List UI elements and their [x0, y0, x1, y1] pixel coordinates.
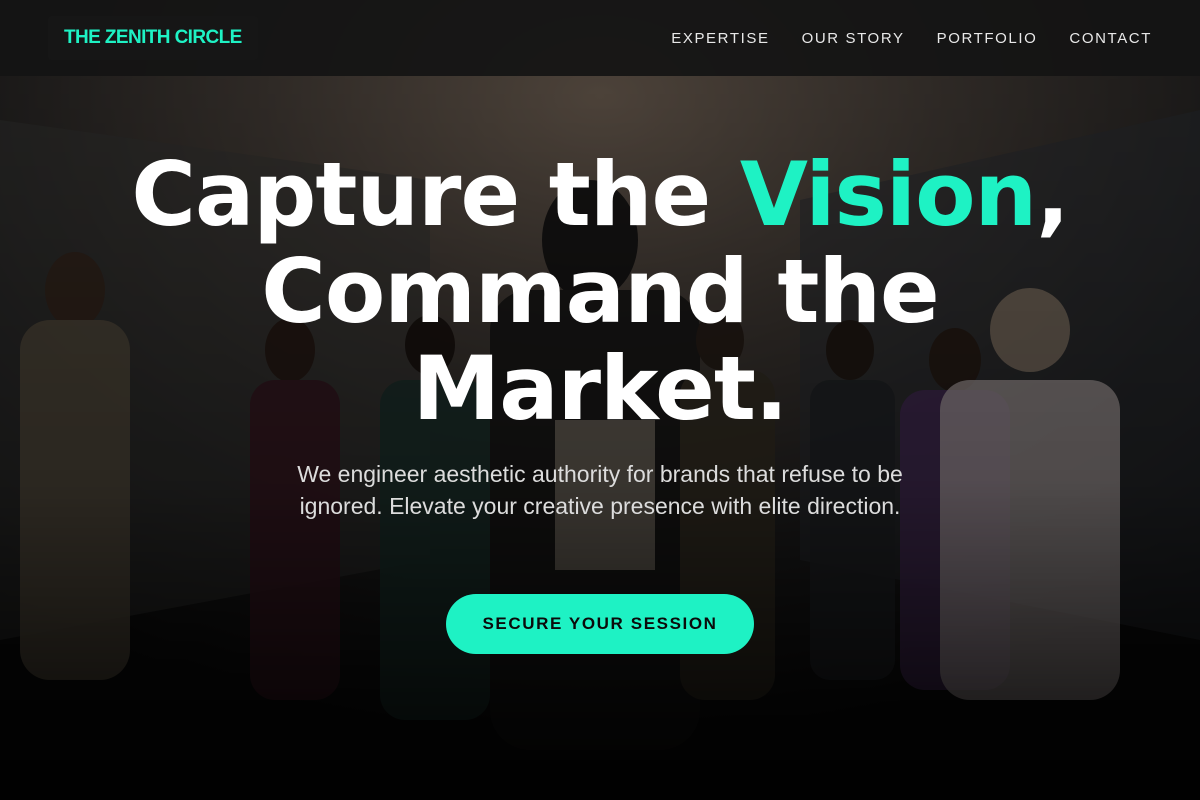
headline-part2: , [1036, 143, 1069, 246]
headline-part1: Capture the [131, 143, 740, 246]
site-header: THE ZENITH CIRCLE EXPERTISE OUR STORY PO… [0, 0, 1200, 76]
hero-headline: Capture the Vision, Command the Market. [0, 146, 1200, 437]
nav-portfolio[interactable]: PORTFOLIO [937, 30, 1038, 47]
nav-expertise[interactable]: EXPERTISE [671, 30, 769, 47]
hero-section: Capture the Vision, Command the Market. … [0, 0, 1200, 800]
headline-line3: Market. [412, 337, 789, 440]
nav-our-story[interactable]: OUR STORY [802, 30, 905, 47]
headline-accent: Vision [739, 143, 1037, 246]
hero-subtitle: We engineer aesthetic authority for bran… [297, 461, 903, 519]
brand-logo[interactable]: THE ZENITH CIRCLE [48, 16, 258, 60]
secure-session-button[interactable]: SECURE YOUR SESSION [446, 594, 754, 654]
nav-contact[interactable]: CONTACT [1069, 30, 1152, 47]
headline-line2: Command the [261, 240, 939, 343]
main-nav: EXPERTISE OUR STORY PORTFOLIO CONTACT [671, 30, 1152, 47]
